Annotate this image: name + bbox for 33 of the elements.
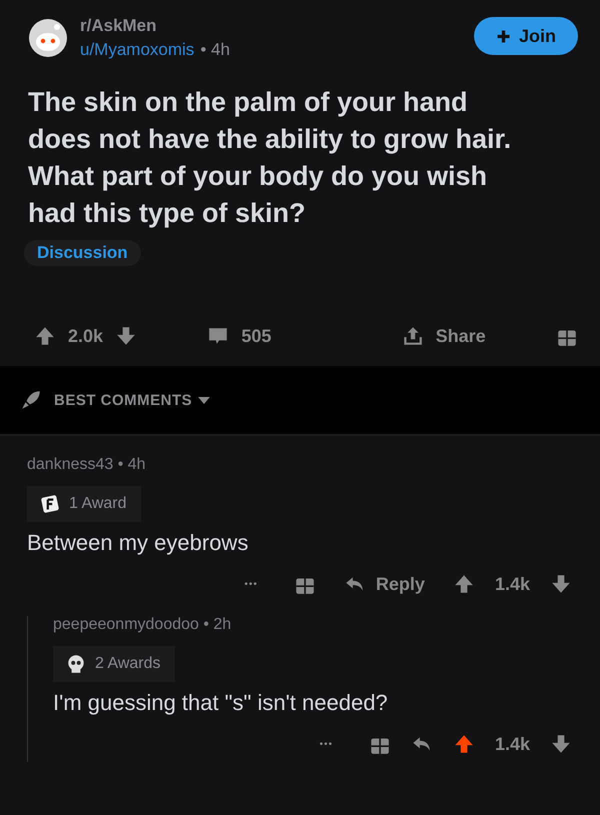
- award-badge[interactable]: 1 Award: [27, 486, 141, 522]
- upvote-icon[interactable]: [34, 325, 56, 347]
- score-count: 2.0k: [68, 326, 104, 346]
- more-button[interactable]: •••: [319, 738, 333, 750]
- upvote-icon[interactable]: [452, 733, 475, 755]
- award-badge[interactable]: 2 Awards: [53, 646, 175, 682]
- join-button[interactable]: Join: [474, 17, 578, 55]
- caret-icon: [198, 396, 210, 404]
- downvote-icon[interactable]: [115, 325, 138, 347]
- downvote-icon[interactable]: [550, 733, 572, 755]
- comment-author[interactable]: peepeeonmydoodoo • 2h: [53, 616, 232, 634]
- plus-icon: [496, 28, 511, 44]
- post-age: • 4h: [200, 40, 230, 60]
- upvote-icon[interactable]: [452, 573, 475, 595]
- comment-text: Between my eyebrows: [27, 530, 248, 556]
- avatar-icon: [28, 18, 68, 58]
- downvote-icon[interactable]: [550, 573, 572, 595]
- comment-count: 505: [241, 326, 272, 346]
- author-link[interactable]: u/Myamoxomis: [80, 40, 194, 60]
- award-count: 1 Award: [69, 495, 127, 513]
- award-count: 2 Awards: [95, 655, 161, 673]
- flair-tag[interactable]: Discussion: [24, 240, 141, 266]
- score-count: 1.4k: [494, 574, 530, 594]
- score-count: 1.4k: [494, 734, 530, 754]
- comment-text: I'm guessing that "s" isn't needed?: [53, 690, 388, 716]
- share-button[interactable]: Share: [402, 325, 486, 347]
- share-icon: [402, 325, 424, 347]
- reply-button[interactable]: Reply: [344, 573, 425, 595]
- post-title: The skin on the palm of your hand does not have the ability to grow hair. What part of your body do you wish had this type of skin?: [28, 86, 512, 230]
- more-button[interactable]: •••: [244, 578, 258, 590]
- sort-dropdown[interactable]: BEST COMMENTS: [54, 392, 210, 408]
- subreddit-name[interactable]: r/AskMen: [80, 16, 462, 36]
- comment-author[interactable]: dankness43 • 4h: [27, 456, 146, 474]
